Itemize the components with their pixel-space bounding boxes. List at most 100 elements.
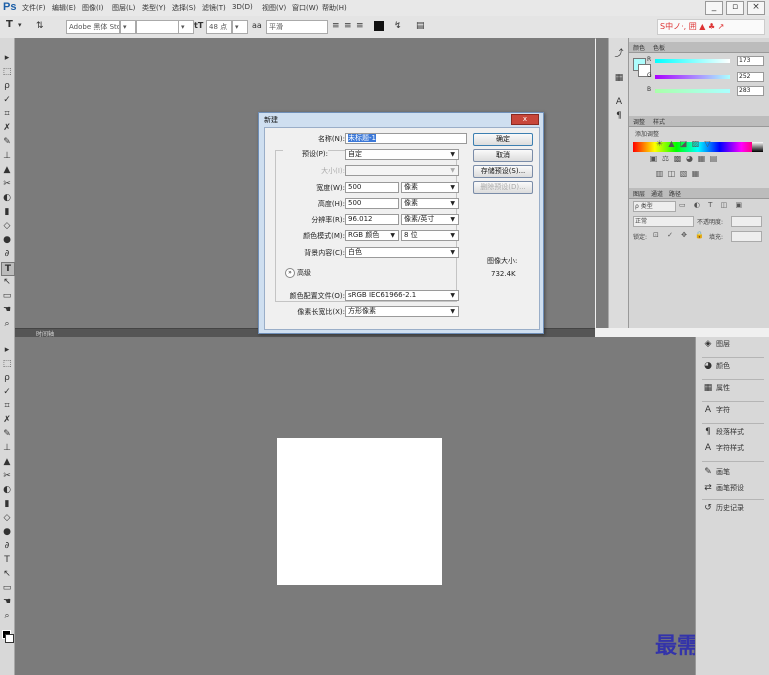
menu-filter[interactable]: 滤镜(T): [202, 3, 226, 13]
font-size-dropdown[interactable]: ▾: [232, 20, 248, 34]
brightness-icon[interactable]: ☀: [655, 139, 664, 148]
anti-alias-select[interactable]: 平滑: [266, 20, 328, 34]
menu-view[interactable]: 视图(V): [262, 3, 286, 13]
layer-kind-filter[interactable]: ρ 类型: [633, 201, 676, 212]
stamp-tool-icon-2[interactable]: ▲: [1, 456, 13, 468]
resolution-input[interactable]: 96.012: [345, 214, 399, 225]
background-color-swatch[interactable]: [5, 634, 14, 643]
panel-brush-presets-button[interactable]: ⇄ 画笔预设: [702, 481, 766, 495]
menu-select[interactable]: 选择(S): [172, 3, 196, 13]
properties-panel-icon[interactable]: ▦: [613, 72, 625, 84]
marquee-tool-icon[interactable]: ⬚: [1, 66, 13, 78]
photo-filter-icon[interactable]: ◕: [685, 154, 694, 163]
menu-type[interactable]: 类型(Y): [142, 3, 166, 13]
path-select-tool-icon-2[interactable]: ↖: [1, 568, 13, 580]
blur-tool-icon[interactable]: ◇: [1, 220, 13, 232]
layer-filter-icons[interactable]: ▭ ◐ T ◫ ▣: [679, 201, 745, 209]
move-tool-icon-2[interactable]: ▸: [1, 344, 13, 356]
tab-adjustments[interactable]: 调整: [633, 117, 645, 126]
blend-mode-select[interactable]: 正常: [633, 216, 694, 227]
green-value-input[interactable]: 252: [737, 72, 764, 82]
blue-value-input[interactable]: 283: [737, 86, 764, 96]
panel-history-button[interactable]: ↺ 历史记录: [702, 501, 766, 515]
dialog-close-button[interactable]: x: [511, 114, 539, 125]
panel-paragraph-styles-button[interactable]: ¶ 段落样式: [702, 425, 766, 439]
tab-layers[interactable]: 图层: [633, 189, 645, 198]
font-style-select[interactable]: [136, 20, 180, 34]
gradient-tool-icon[interactable]: ▮: [1, 206, 13, 218]
font-style-dropdown[interactable]: ▾: [178, 20, 194, 34]
exposure-icon[interactable]: ▨: [691, 139, 700, 148]
lasso-tool-icon[interactable]: ρ: [1, 80, 13, 92]
pen-tool-icon[interactable]: ∂: [1, 248, 13, 260]
posterize-icon[interactable]: ◫: [667, 169, 676, 178]
panel-layers-button[interactable]: ◈ 图层: [702, 337, 766, 351]
type-tool-icon[interactable]: T: [1, 262, 15, 276]
tab-paths[interactable]: 路径: [669, 189, 681, 198]
menu-file[interactable]: 文件(F): [22, 3, 46, 13]
menu-window[interactable]: 窗口(W): [292, 3, 318, 13]
zoom-tool-icon-2[interactable]: ⌕: [1, 610, 13, 622]
eyedropper-tool-icon[interactable]: ✗: [1, 122, 13, 134]
red-value-input[interactable]: 173: [737, 56, 764, 66]
ok-button[interactable]: 确定: [473, 133, 533, 146]
healing-tool-icon[interactable]: ✎: [1, 136, 13, 148]
panel-properties-button[interactable]: ▦ 属性: [702, 381, 766, 395]
minimize-button[interactable]: _: [705, 1, 723, 15]
eyedropper-tool-icon-2[interactable]: ✗: [1, 414, 13, 426]
height-unit-select[interactable]: 像素 ▼: [401, 198, 459, 209]
close-button[interactable]: ×: [747, 1, 765, 15]
history-brush-tool-icon[interactable]: ✂: [1, 178, 13, 190]
bit-depth-select[interactable]: 8 位 ▼: [401, 230, 459, 241]
document-canvas[interactable]: [277, 438, 442, 585]
menu-edit[interactable]: 编辑(E): [52, 3, 76, 13]
advanced-label[interactable]: 高级: [297, 268, 311, 278]
height-input[interactable]: 500: [345, 198, 399, 209]
align-left-icon[interactable]: ≡: [332, 21, 340, 31]
character-panel-icon[interactable]: A: [613, 96, 625, 108]
zoom-tool-icon[interactable]: ⌕: [1, 318, 13, 330]
levels-icon[interactable]: ▲: [667, 139, 676, 148]
font-size-input[interactable]: 48 点: [206, 20, 232, 34]
threshold-icon[interactable]: ▧: [679, 169, 688, 178]
gradient-tool-icon-2[interactable]: ▮: [1, 498, 13, 510]
paragraph-panel-icon[interactable]: ¶: [613, 110, 625, 122]
eraser-tool-icon-2[interactable]: ◐: [1, 484, 13, 496]
eraser-tool-icon[interactable]: ◐: [1, 192, 13, 204]
background-contents-select[interactable]: 白色 ▼: [345, 247, 459, 258]
fill-input[interactable]: [731, 231, 762, 242]
tab-channels[interactable]: 通道: [651, 189, 663, 198]
stamp-tool-icon[interactable]: ▲: [1, 164, 13, 176]
panel-character-button[interactable]: A 字符: [702, 403, 766, 417]
tool-preset-dropdown-icon[interactable]: ▾: [18, 21, 22, 29]
text-orientation-icon[interactable]: ⇅: [36, 21, 44, 31]
character-panel-icon[interactable]: ▤: [416, 21, 425, 31]
shape-tool-icon[interactable]: ▭: [1, 290, 13, 302]
type-tool-icon[interactable]: T: [6, 19, 13, 30]
width-unit-select[interactable]: 像素 ▼: [401, 182, 459, 193]
blur-tool-icon-2[interactable]: ◇: [1, 512, 13, 524]
warp-text-icon[interactable]: ↯: [394, 21, 402, 31]
tab-styles[interactable]: 样式: [653, 117, 665, 126]
ime-toolbar[interactable]: S中ノ·, 囲 ▲ ♣ ↗: [657, 19, 765, 35]
green-slider[interactable]: [655, 75, 730, 79]
preset-select[interactable]: 自定 ▼: [345, 149, 459, 160]
curves-icon[interactable]: ◪: [679, 139, 688, 148]
text-color-swatch[interactable]: [374, 21, 384, 31]
menu-3d[interactable]: 3D(D): [232, 3, 253, 11]
pen-tool-icon-2[interactable]: ∂: [1, 540, 13, 552]
move-tool-icon[interactable]: ▸: [1, 52, 13, 64]
menu-image[interactable]: 图像(I): [82, 3, 104, 13]
dodge-tool-icon-2[interactable]: ●: [1, 526, 13, 538]
pixel-aspect-select[interactable]: 方形像素 ▼: [345, 306, 459, 317]
crop-tool-icon[interactable]: ⌗: [1, 108, 13, 120]
color-mode-select[interactable]: RGB 颜色 ▼: [345, 230, 399, 241]
healing-tool-icon-2[interactable]: ✎: [1, 428, 13, 440]
align-right-icon[interactable]: ≡: [356, 21, 364, 31]
menu-layer[interactable]: 图层(L): [112, 3, 135, 13]
type-tool-icon-2[interactable]: T: [1, 554, 13, 566]
restore-button[interactable]: ▫: [726, 1, 744, 15]
align-center-icon[interactable]: ≡: [344, 21, 352, 31]
advanced-toggle-icon[interactable]: »: [285, 268, 295, 278]
font-family-select[interactable]: Adobe 黑体 Std: [66, 20, 120, 34]
